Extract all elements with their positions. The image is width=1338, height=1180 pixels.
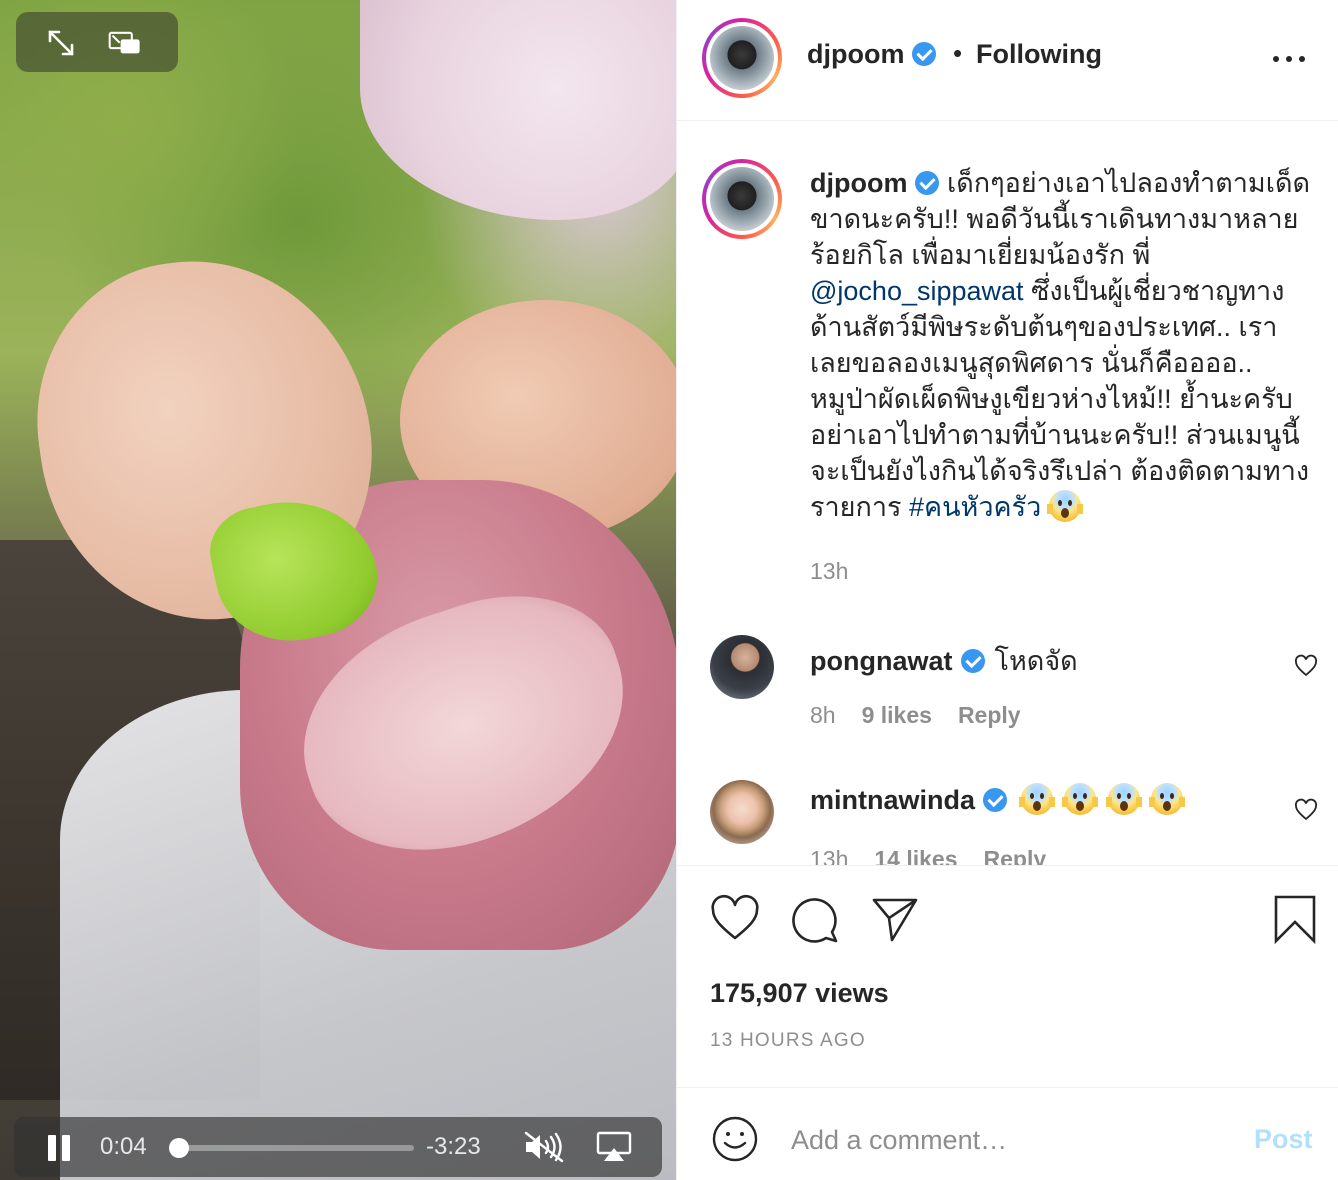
comment-time[interactable]: 8h: [810, 702, 836, 728]
caption: djpoom เด็กๆอย่างเอาไปลองทำตามเด็ดขาดนะค…: [810, 165, 1315, 525]
caption-time[interactable]: 13h: [810, 558, 848, 585]
caption-text-part2: ซึ่งเป็นผู้เชี่ยวชาญทางด้านสัตว์มีพิษระด…: [810, 276, 1310, 522]
author-avatar[interactable]: [702, 18, 782, 98]
scream-emoji: [1046, 490, 1083, 522]
verified-badge-icon: [915, 171, 940, 195]
post-details-panel: djpoom • Following djpoom เด็กๆอย่างเอาไ…: [676, 0, 1338, 1180]
current-time: 0:04: [100, 1133, 147, 1160]
emoji-smile-icon[interactable]: [711, 1115, 759, 1163]
comment-reply-button[interactable]: Reply: [984, 846, 1047, 865]
scream-emoji-row: [1018, 783, 1186, 815]
comment-likes[interactable]: 14 likes: [874, 846, 957, 865]
scream-emoji: [1105, 783, 1142, 815]
separator-dot: •: [953, 38, 963, 68]
caption-hashtag-link[interactable]: #คนหัวครัว: [909, 492, 1041, 522]
scream-emoji: [1018, 783, 1055, 815]
post-actions: 175,907 views 13 HOURS AGO: [677, 866, 1338, 1086]
comment-pongnawat: pongnawat โหดจัด: [810, 639, 1078, 682]
posted-time[interactable]: 13 HOURS AGO: [710, 1030, 866, 1052]
comment-time[interactable]: 13h: [810, 846, 848, 865]
caption-username[interactable]: djpoom: [810, 168, 907, 198]
video-control-bar: 0:04 -3:23: [14, 1117, 662, 1177]
scream-emoji: [1149, 783, 1186, 815]
comment-avatar-mintnawinda[interactable]: [710, 780, 774, 844]
verified-badge-icon: [912, 42, 937, 66]
scream-emoji: [1062, 783, 1099, 815]
remaining-time: -3:23: [426, 1133, 481, 1160]
comment-reply-button[interactable]: Reply: [958, 702, 1021, 728]
comment-username[interactable]: mintnawinda: [810, 785, 975, 815]
comment-likes[interactable]: 9 likes: [862, 702, 932, 728]
video-player[interactable]: 0:04 -3:23: [0, 0, 676, 1180]
comment-meta: 13h 14 likes Reply: [810, 846, 1046, 865]
progress-knob[interactable]: [168, 1138, 189, 1158]
comment-text: โหดจัด: [994, 646, 1078, 676]
comment-avatar-pongnawat[interactable]: [710, 635, 774, 699]
view-count[interactable]: 175,907 views: [710, 978, 889, 1009]
heart-icon[interactable]: [710, 894, 760, 944]
comment-meta: 8h 9 likes Reply: [810, 702, 1021, 729]
caption-avatar[interactable]: [702, 159, 782, 239]
comment-mintnawinda: mintnawinda 😱😱😱😱: [810, 783, 1186, 816]
bookmark-icon[interactable]: [1270, 894, 1320, 945]
share-icon[interactable]: [870, 894, 920, 944]
following-button[interactable]: Following: [976, 39, 1102, 70]
add-comment-bar: Post: [677, 1087, 1338, 1180]
comment-icon[interactable]: [790, 894, 840, 944]
instagram-post-view: 0:04 -3:23 djpoom • Following djpoom เด็…: [0, 0, 1338, 1180]
video-top-controls: [16, 12, 178, 72]
progress-track[interactable]: [174, 1145, 414, 1151]
verified-badge-icon: [983, 788, 1008, 812]
verified-badge-icon: [960, 649, 985, 673]
video-frame-shirt: [360, 0, 676, 220]
author-username[interactable]: djpoom: [807, 39, 937, 70]
post-comment-button[interactable]: Post: [1254, 1124, 1313, 1155]
comment-username[interactable]: pongnawat: [810, 646, 953, 676]
comments-section[interactable]: djpoom เด็กๆอย่างเอาไปลองทำตามเด็ดขาดนะค…: [677, 121, 1338, 865]
airplay-icon[interactable]: [596, 1130, 632, 1164]
muted-speaker-icon[interactable]: [522, 1130, 566, 1164]
fullscreen-icon[interactable]: [44, 26, 78, 60]
comment-like-heart-icon[interactable]: [1294, 654, 1318, 678]
picture-in-picture-icon[interactable]: [108, 26, 142, 60]
add-comment-input[interactable]: [791, 1120, 1211, 1160]
more-horizontal-icon[interactable]: [1273, 56, 1307, 64]
pause-icon[interactable]: [47, 1135, 73, 1161]
caption-mention-link[interactable]: @jocho_sippawat: [810, 276, 1024, 306]
comment-like-heart-icon[interactable]: [1294, 798, 1318, 822]
